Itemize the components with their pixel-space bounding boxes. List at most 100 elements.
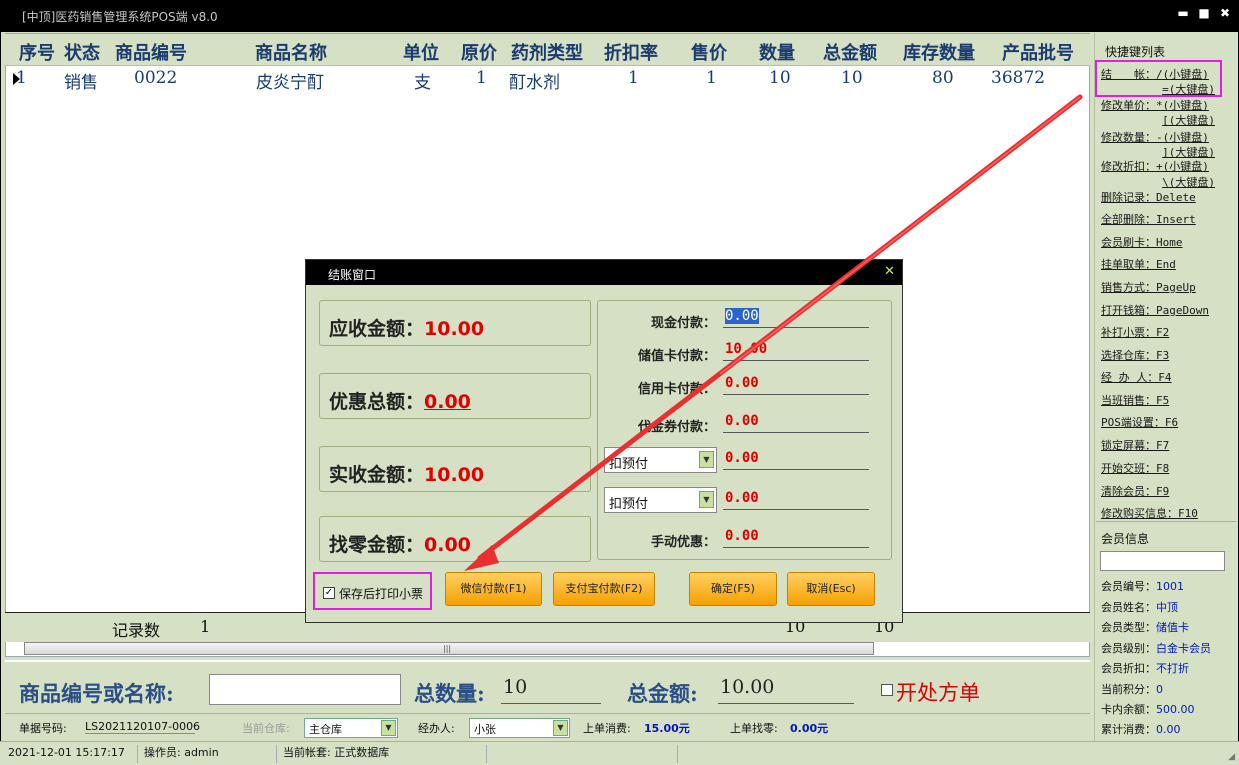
discount-total: 优惠总额：0.00 [329,391,471,413]
col-header[interactable]: 药剂类型 [511,39,583,65]
shortcut-lock[interactable]: 锁定屏幕：F7 [1101,437,1169,453]
prepay-select-2[interactable]: 扣预付 ▼ [604,487,717,513]
table-cell: 10 [841,68,863,88]
dialog-title: 结账窗口 [328,268,377,282]
table-cell: 36872 [991,68,1046,88]
shortcut-reprint[interactable]: 补打小票：F2 [1101,324,1169,340]
info-bar: 单据号码: LS2021120107-0006 当前仓库: 主仓库 ▼ 经办人: … [5,713,1090,741]
credit-card-input[interactable]: 0.00 [723,375,869,395]
member-field: 会员级别：白金卡会员 [1101,642,1211,655]
shortcut-delete-all[interactable]: 全部删除：Insert [1101,211,1196,227]
shortcut-clear-member[interactable]: 清除会员：F9 [1101,483,1169,499]
alipay-button[interactable]: 支付宝付款(F2) [553,572,655,606]
status-bar: 2021-12-01 15:17:17 操作员: admin 当前帐套: 正式数… [0,741,1239,765]
shortcut-handover[interactable]: 开始交班：F8 [1101,460,1169,476]
chevron-down-icon: ▼ [699,491,714,508]
highlight-box [1095,60,1222,97]
shortcut-sale-mode[interactable]: 销售方式：PageUp [1101,279,1196,295]
table-cell: 1 [476,68,487,88]
status-account: 当前帐套: 正式数据库 [276,745,484,763]
shortcut-cash-drawer[interactable]: 打开钱箱：PageDown [1101,302,1209,318]
col-header[interactable]: 状态 [64,39,100,65]
cash-input[interactable]: 0.00 [723,308,869,328]
col-header[interactable]: 商品名称 [255,39,327,65]
wechat-pay-button[interactable]: 微信付款(F1) [445,572,542,606]
warehouse-select[interactable]: 主仓库 ▼ [304,718,398,738]
col-header[interactable]: 折扣率 [604,39,658,65]
credit-card-label: 信用卡付款： [637,382,716,397]
print-receipt-option[interactable]: ✓ 保存后打印小票 [313,572,432,610]
col-header[interactable]: 数量 [759,39,795,65]
shortcut-hold[interactable]: 挂单取单：End [1101,256,1176,272]
shortcut-warehouse[interactable]: 选择仓库：F3 [1101,347,1169,363]
shortcut-discount-alt[interactable]: \(大键盘) [1101,174,1215,190]
window-title: [中顶]医药销售管理系统POS端 v8.0 [22,10,218,24]
record-count-label: 记录数 [112,621,161,640]
grid-header: 序号 状态 商品编号 商品名称 单位 原价 药剂类型 折扣率 售价 数量 总金额… [5,34,1090,66]
shortcut-price-alt[interactable]: [(大键盘) [1101,112,1215,128]
member-field: 卡内余额：500.00 [1101,703,1195,716]
bill-no: LS2021120107-0006 [85,720,201,734]
last-spend: 15.00元 [644,722,690,735]
shortcut-shift-sales[interactable]: 当班销售：F5 [1101,392,1169,408]
shortcut-qty[interactable]: 修改数量：-(小键盘) [1101,129,1209,145]
table-cell: 1 [16,68,27,88]
actual-received: 实收金额：10.00 [329,464,485,486]
close-icon[interactable]: ✕ [884,264,895,279]
record-count: 1 [200,617,211,636]
col-header[interactable]: 产品批号 [1002,39,1074,65]
resize-grip-icon[interactable]: ◢ [1228,752,1235,762]
col-header[interactable]: 库存数量 [903,39,975,65]
close-icon[interactable]: ✖ [1218,6,1232,20]
shortcut-price[interactable]: 修改单价：*(小键盘) [1101,97,1209,113]
col-header[interactable]: 总金额 [823,39,877,65]
chevron-down-icon: ▼ [381,720,396,736]
check-icon[interactable]: ✓ [323,587,335,599]
cancel-button[interactable]: 取消(Esc) [787,572,875,606]
minimize-icon[interactable]: ▬ [1176,6,1190,20]
table-cell: 支 [414,73,431,93]
search-input[interactable] [209,674,401,705]
prescription-checkbox[interactable] [881,684,893,696]
member-field: 当前积分：0 [1101,683,1163,696]
status-operator: 操作员: admin [137,745,275,763]
status-datetime: 2021-12-01 15:17:17 [8,746,125,759]
last-spend-label: 上单消费: [583,722,631,735]
voucher-input[interactable]: 0.00 [723,413,869,433]
shortcut-delete[interactable]: 删除记录：Delete [1101,189,1196,205]
horizontal-scrollbar[interactable]: ||| [24,642,874,655]
col-header[interactable]: 原价 [461,39,497,65]
actual-box: 实收金额：10.00 [319,446,591,492]
confirm-button[interactable]: 确定(F5) [689,572,777,606]
handler-select[interactable]: 小张 ▼ [469,718,570,738]
manual-discount-input[interactable]: 0.00 [723,528,869,548]
shortcut-pos-settings[interactable]: POS端设置：F6 [1101,414,1178,430]
prepay-input-1[interactable]: 0.00 [723,450,869,470]
table-cell: 销售 [64,73,98,93]
grip-icon: ||| [443,644,452,653]
status-empty [677,745,1232,763]
shortcut-member-card[interactable]: 会员刷卡：Home [1101,234,1183,250]
col-header[interactable]: 商品编号 [115,39,187,65]
search-label: 商品编号或名称: [19,681,174,706]
prepay-input-2[interactable]: 0.00 [723,490,869,510]
shortcut-discount[interactable]: 修改折扣：+(小键盘) [1101,158,1209,174]
col-header[interactable]: 序号 [19,39,55,65]
stored-card-input[interactable]: 10.00 [723,341,869,361]
title-bar: [中顶]医药销售管理系统POS端 v8.0 ▬ ■ ✖ [0,0,1239,31]
prepay-select-1[interactable]: 扣预付 ▼ [604,447,717,473]
shortcut-handler[interactable]: 经 办 人：F4 [1101,369,1172,385]
member-card-input[interactable] [1100,551,1225,571]
shortcut-purchase-info[interactable]: 修改购买信息：F10 [1101,505,1198,521]
bill-no-label: 单据号码: [19,722,67,735]
col-header[interactable]: 单位 [403,39,439,65]
receivable-box: 应收金额：10.00 [319,300,591,346]
total-qty-label: 总数量: [414,681,485,706]
table-row[interactable]: 1 销售 0022 皮炎宁酊 支 1 酊水剂 1 1 10 10 80 3687… [5,66,1090,93]
checkout-dialog: 结账窗口 ✕ 应收金额：10.00 优惠总额：0.00 实收金额：10.00 找… [305,259,903,623]
total-qty: 10 [501,676,601,704]
maximize-icon[interactable]: ■ [1197,6,1211,20]
table-cell: 0022 [134,68,178,88]
col-header[interactable]: 售价 [691,39,727,65]
print-receipt-label: 保存后打印小票 [339,587,424,601]
